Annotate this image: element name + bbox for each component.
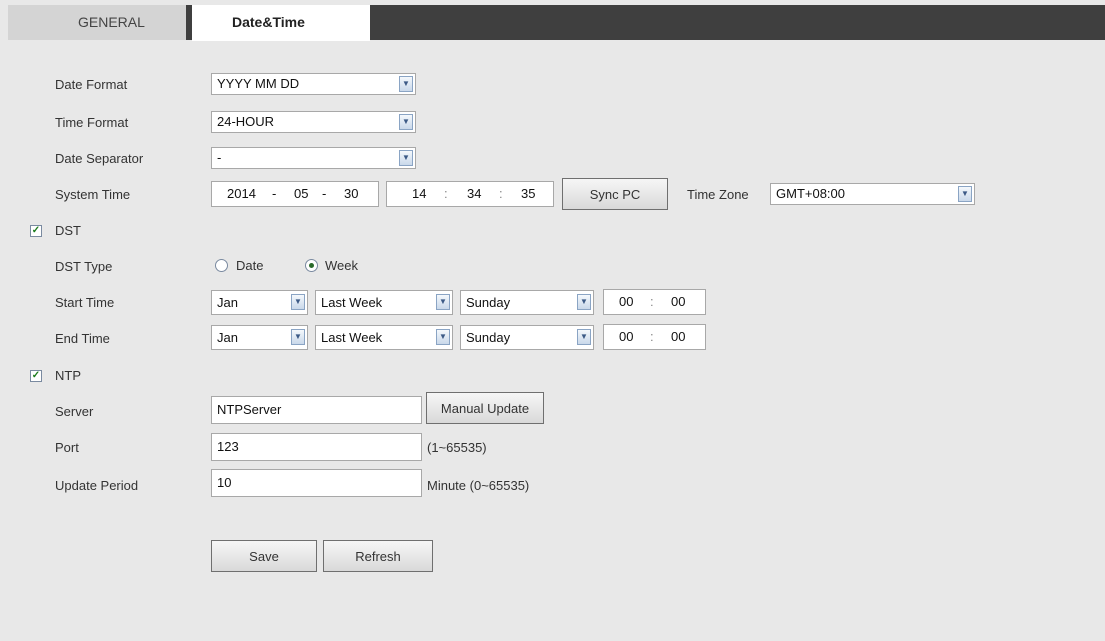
end-week-value: Last Week [321, 330, 383, 345]
date-format-value: YYYY MM DD [217, 76, 300, 91]
system-date-input[interactable]: 2014 - 05 - 30 [211, 181, 379, 207]
server-label: Server [55, 404, 94, 419]
chevron-down-icon[interactable]: ▼ [577, 294, 591, 310]
time-separator-glyph: : [650, 294, 654, 309]
time-zone-select[interactable]: GMT+08:00 ▼ [770, 183, 975, 205]
end-week-select[interactable]: Last Week ▼ [315, 325, 453, 350]
day-value: 30 [344, 186, 359, 201]
start-minute-value: 00 [671, 294, 686, 309]
sync-pc-button[interactable]: Sync PC [562, 178, 668, 210]
time-format-select[interactable]: 24-HOUR ▼ [211, 111, 416, 133]
date-separator-glyph: - [272, 186, 277, 201]
dst-type-date-radio[interactable] [215, 259, 228, 272]
time-separator-glyph: : [499, 186, 503, 201]
end-time-label: End Time [55, 331, 110, 346]
date-separator-label: Date Separator [55, 151, 144, 166]
dst-type-label: DST Type [55, 259, 113, 274]
time-format-value: 24-HOUR [217, 114, 275, 129]
update-period-hint: Minute (0~65535) [427, 478, 530, 493]
start-day-select[interactable]: Sunday ▼ [460, 290, 594, 315]
chevron-down-icon[interactable]: ▼ [399, 150, 413, 166]
month-value: 05 [294, 186, 309, 201]
tab-bar-background [370, 5, 1105, 40]
dst-type-week-radio[interactable] [305, 259, 318, 272]
dst-checkbox[interactable]: ✓ [30, 225, 42, 237]
chevron-down-icon[interactable]: ▼ [291, 294, 305, 310]
refresh-button[interactable]: Refresh [323, 540, 433, 572]
end-day-select[interactable]: Sunday ▼ [460, 325, 594, 350]
minute-value: 34 [467, 186, 482, 201]
dst-type-week-label: Week [325, 258, 358, 273]
chevron-down-icon[interactable]: ▼ [436, 294, 450, 310]
date-format-label: Date Format [55, 77, 128, 92]
start-week-select[interactable]: Last Week ▼ [315, 290, 453, 315]
date-separator-glyph: - [322, 186, 327, 201]
update-period-input[interactable]: 10 [211, 469, 422, 497]
time-zone-value: GMT+08:00 [776, 186, 846, 201]
tab-general[interactable]: GENERAL [8, 5, 192, 40]
start-time-label: Start Time [55, 295, 115, 310]
tab-datetime-label: Date&Time [232, 14, 305, 30]
chevron-down-icon[interactable]: ▼ [291, 329, 305, 345]
port-value: 123 [217, 439, 239, 454]
date-separator-select[interactable]: - ▼ [211, 147, 416, 169]
chevron-down-icon[interactable]: ▼ [436, 329, 450, 345]
chevron-down-icon[interactable]: ▼ [399, 114, 413, 130]
time-zone-label: Time Zone [687, 187, 749, 202]
date-format-select[interactable]: YYYY MM DD ▼ [211, 73, 416, 95]
start-clock-input[interactable]: 00 : 00 [603, 289, 706, 315]
system-time-label: System Time [55, 187, 131, 202]
start-hour-value: 00 [619, 294, 634, 309]
server-input[interactable]: NTPServer [211, 396, 422, 424]
end-hour-value: 00 [619, 329, 634, 344]
date-separator-value: - [217, 150, 222, 165]
year-value: 2014 [227, 186, 256, 201]
tab-general-label: GENERAL [78, 14, 145, 30]
second-value: 35 [521, 186, 536, 201]
end-clock-input[interactable]: 00 : 00 [603, 324, 706, 350]
chevron-down-icon[interactable]: ▼ [958, 186, 972, 202]
ntp-label: NTP [55, 368, 81, 383]
start-month-select[interactable]: Jan ▼ [211, 290, 308, 315]
update-period-label: Update Period [55, 478, 139, 493]
start-day-value: Sunday [466, 295, 511, 310]
system-clock-input[interactable]: 14 : 34 : 35 [386, 181, 554, 207]
start-week-value: Last Week [321, 295, 383, 310]
end-month-value: Jan [217, 330, 238, 345]
port-hint: (1~65535) [427, 440, 487, 455]
dst-type-date-label: Date [236, 258, 264, 273]
time-separator-glyph: : [650, 329, 654, 344]
update-period-value: 10 [217, 475, 232, 490]
tab-datetime[interactable]: Date&Time [192, 5, 370, 41]
chevron-down-icon[interactable]: ▼ [399, 76, 413, 92]
tab-bar: GENERAL Date&Time [0, 0, 1105, 41]
save-button[interactable]: Save [211, 540, 317, 572]
ntp-checkbox[interactable]: ✓ [30, 370, 42, 382]
chevron-down-icon[interactable]: ▼ [577, 329, 591, 345]
time-format-label: Time Format [55, 115, 129, 130]
end-month-select[interactable]: Jan ▼ [211, 325, 308, 350]
start-month-value: Jan [217, 295, 238, 310]
port-label: Port [55, 440, 79, 455]
hour-value: 14 [412, 186, 427, 201]
manual-update-button[interactable]: Manual Update [426, 392, 544, 424]
dst-label: DST [55, 223, 81, 238]
port-input[interactable]: 123 [211, 433, 422, 461]
end-day-value: Sunday [466, 330, 511, 345]
server-value: NTPServer [217, 402, 282, 417]
end-minute-value: 00 [671, 329, 686, 344]
time-separator-glyph: : [444, 186, 448, 201]
